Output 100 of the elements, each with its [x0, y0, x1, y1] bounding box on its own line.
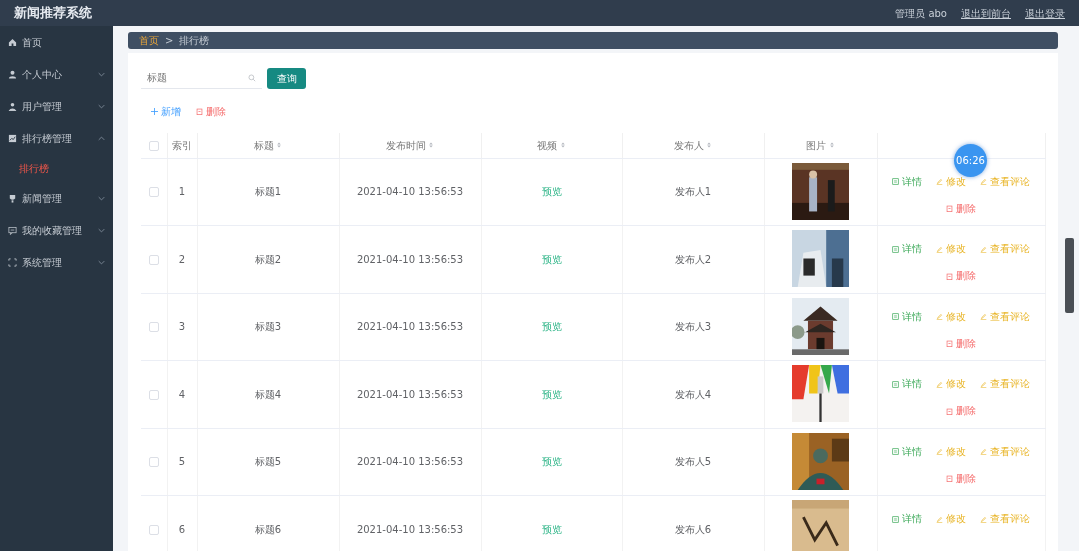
sidebar-item[interactable]: 系统管理: [0, 246, 113, 278]
comment-link[interactable]: 查看评论: [980, 309, 1030, 324]
sort-icon: [428, 141, 435, 150]
pencil-icon: [936, 245, 943, 253]
trash-icon: [946, 340, 953, 348]
pencil-icon: [936, 515, 943, 523]
pencil-icon: [980, 448, 987, 456]
row-index: 1: [178, 186, 186, 198]
table-cell: 发布人6: [674, 523, 712, 535]
list-icon: [892, 380, 899, 388]
checkbox[interactable]: [148, 389, 159, 400]
table-cell: 标题1: [254, 186, 282, 198]
checkbox[interactable]: [148, 254, 159, 265]
sidebar-item[interactable]: 首页: [0, 26, 113, 58]
table-cell: 2021-04-10 13:56:53: [356, 456, 464, 468]
table-cell: 标题2: [254, 253, 282, 265]
pencil-icon: [936, 448, 943, 456]
video-preview-link[interactable]: 预览: [541, 321, 562, 333]
sidebar-item[interactable]: 个人中心: [0, 58, 113, 90]
sidebar-item[interactable]: 新闻管理: [0, 182, 113, 214]
list-icon: [892, 178, 899, 186]
detail-link[interactable]: 详情: [892, 174, 922, 189]
checkbox[interactable]: [148, 140, 159, 151]
column-header[interactable]: 视频: [481, 133, 622, 158]
scrollbar-thumb[interactable]: [1065, 238, 1074, 313]
delete-button[interactable]: 删除: [196, 104, 226, 119]
video-preview-link[interactable]: 预览: [541, 523, 562, 535]
pencil-icon: [980, 515, 987, 523]
detail-link[interactable]: 详情: [892, 444, 922, 459]
delete-link[interactable]: 删除: [946, 404, 976, 419]
table-cell: 标题5: [254, 456, 282, 468]
breadcrumb-current: 排行榜: [179, 34, 210, 48]
edit-link[interactable]: 修改: [936, 377, 966, 392]
person-icon: [8, 101, 17, 111]
search-button[interactable]: 查询: [267, 67, 306, 89]
sidebar-item[interactable]: 我的收藏管理: [0, 214, 113, 246]
table-cell: 2021-04-10 13:56:53: [356, 523, 464, 535]
pencil-icon: [980, 380, 987, 388]
comment-link[interactable]: 查看评论: [980, 174, 1030, 189]
chevron-icon: [98, 194, 105, 202]
add-button[interactable]: 新增: [151, 104, 181, 119]
header-link[interactable]: 退出到前台: [961, 5, 1011, 21]
column-header[interactable]: 发布时间: [339, 133, 481, 158]
pencil-icon: [936, 380, 943, 388]
chevron-icon: [98, 226, 105, 234]
frame-icon: [8, 257, 17, 267]
edit-link[interactable]: 修改: [936, 309, 966, 324]
chart-icon: [8, 133, 17, 143]
detail-link[interactable]: 详情: [892, 512, 922, 527]
list-icon: [892, 448, 899, 456]
column-header[interactable]: 图片: [764, 133, 877, 158]
sort-icon: [828, 141, 835, 150]
comment-link[interactable]: 查看评论: [980, 242, 1030, 257]
comment-link[interactable]: 查看评论: [980, 444, 1030, 459]
column-header[interactable]: 发布人: [622, 133, 764, 158]
row-index: 3: [178, 321, 186, 333]
checkbox[interactable]: [148, 524, 159, 535]
breadcrumb-link[interactable]: 首页: [139, 33, 159, 48]
table-cell: 标题3: [254, 321, 282, 333]
sidebar-subitem[interactable]: 排行榜: [0, 154, 113, 182]
edit-link[interactable]: 修改: [936, 242, 966, 257]
home-icon: [8, 37, 17, 47]
search-icon: [248, 74, 256, 82]
column-header[interactable]: 标题: [197, 133, 339, 158]
row-index: 2: [178, 253, 186, 265]
detail-link[interactable]: 详情: [892, 377, 922, 392]
pencil-icon: [980, 313, 987, 321]
video-preview-link[interactable]: 预览: [541, 456, 562, 468]
admin-name: 管理员 abo: [895, 6, 947, 21]
video-preview-link[interactable]: 预览: [541, 186, 562, 198]
comment-link[interactable]: 查看评论: [980, 512, 1030, 527]
edit-link[interactable]: 修改: [936, 512, 966, 527]
video-preview-link[interactable]: 预览: [541, 253, 562, 265]
sidebar-item[interactable]: 排行榜管理: [0, 122, 113, 154]
table-cell: 2021-04-10 13:56:53: [356, 388, 464, 400]
person-icon: [8, 69, 17, 79]
checkbox[interactable]: [148, 457, 159, 468]
video-preview-link[interactable]: 预览: [541, 388, 562, 400]
delete-link[interactable]: 删除: [946, 336, 976, 351]
pencil-icon: [936, 178, 943, 186]
delete-link[interactable]: 删除: [946, 269, 976, 284]
trash-icon: [946, 475, 953, 483]
detail-link[interactable]: 详情: [892, 242, 922, 257]
pencil-icon: [980, 178, 987, 186]
row-index: 5: [178, 456, 186, 468]
chat-icon: [8, 225, 17, 235]
edit-link[interactable]: 修改: [936, 444, 966, 459]
header-link[interactable]: 退出登录: [1025, 5, 1065, 21]
trash-icon: [196, 108, 203, 115]
sidebar-item[interactable]: 用户管理: [0, 90, 113, 122]
list-icon: [892, 245, 899, 253]
table-cell: 发布人3: [674, 321, 712, 333]
comment-link[interactable]: 查看评论: [980, 377, 1030, 392]
delete-link[interactable]: 删除: [946, 471, 976, 486]
delete-link[interactable]: 删除: [946, 201, 976, 216]
shield-icon: [8, 193, 17, 203]
detail-link[interactable]: 详情: [892, 309, 922, 324]
checkbox[interactable]: [148, 322, 159, 333]
checkbox[interactable]: [148, 187, 159, 198]
edit-link[interactable]: 修改: [936, 174, 966, 189]
